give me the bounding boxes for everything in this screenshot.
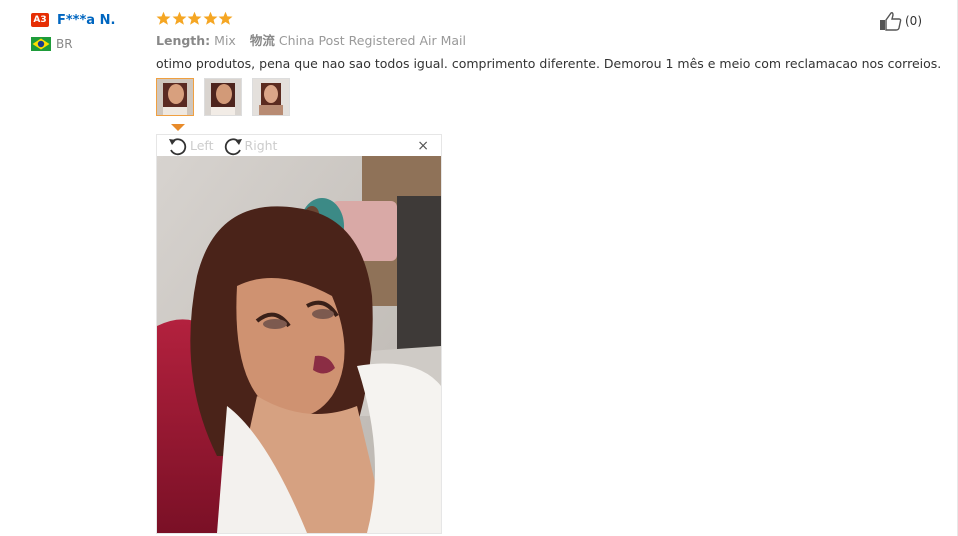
close-viewer-button[interactable]: ×: [417, 139, 429, 153]
star-icon: [203, 11, 217, 25]
review-photo: [157, 156, 441, 533]
star-icon: [187, 11, 202, 25]
reviewer-name[interactable]: F***a N.: [57, 13, 115, 28]
rotate-left-label: Left: [190, 138, 214, 153]
rotate-left-icon: [169, 137, 187, 155]
shipping-label: 物流: [249, 33, 275, 48]
rotate-right-icon: [224, 137, 242, 155]
rotate-right-label: Right: [244, 138, 278, 153]
review-photo-thumbnail[interactable]: [252, 78, 290, 116]
shipping-value: China Post Registered Air Mail: [278, 33, 466, 48]
brazil-flag-icon: [31, 37, 51, 51]
star-icon: [156, 11, 171, 25]
helpful-like-button[interactable]: (0): [879, 11, 922, 31]
review-body: Length: Mix 物流 China Post Registered Air Ma…: [156, 9, 941, 116]
like-count: (0): [905, 14, 922, 28]
review-text: otimo produtos, pena que nao sao todos i…: [156, 56, 942, 71]
order-attributes: Length: Mix 物流 China Post Registered Air Ma…: [156, 32, 941, 50]
length-label: Length:: [156, 33, 211, 48]
rotate-left-button[interactable]: Left: [167, 136, 214, 156]
buyer-level-badge: A3: [31, 13, 49, 27]
reviewer-info: A3 F***a N. BR: [31, 11, 115, 51]
viewer-toolbar: Left Right ×: [157, 135, 441, 156]
star-rating: [156, 9, 941, 27]
star-icon: [218, 11, 233, 25]
review-photo-thumbnail[interactable]: [204, 78, 242, 116]
star-icon: [172, 11, 186, 25]
photo-viewer: Left Right ×: [156, 134, 442, 534]
review-thumbnails: [156, 78, 941, 116]
length-value: Mix: [214, 33, 236, 48]
reviewer-country: BR: [56, 37, 73, 51]
thumbs-up-icon: [880, 12, 902, 31]
rotate-right-button[interactable]: Right: [222, 136, 278, 156]
active-thumbnail-pointer: [171, 124, 185, 131]
review-photo-thumbnail[interactable]: [156, 78, 194, 116]
